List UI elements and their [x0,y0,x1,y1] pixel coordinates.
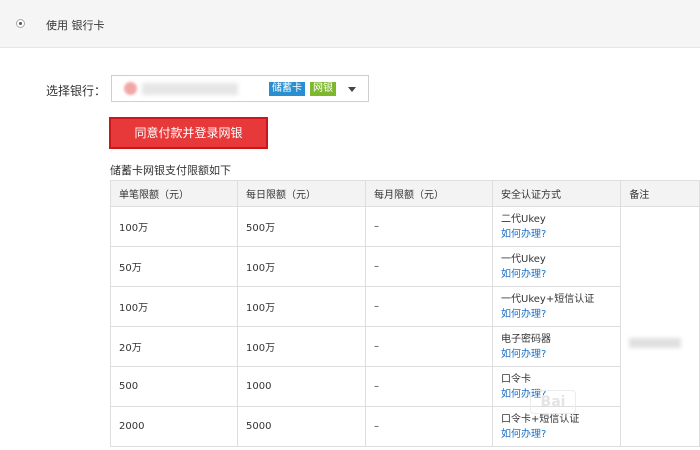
daily-limit-cell: 100万 [237,326,367,367]
watermark-logo: Bai [530,390,576,414]
payment-method-label[interactable]: 使用 银行卡 [46,17,105,33]
single-limit-cell: 50万 [109,246,239,287]
remarks-cell [620,206,700,447]
daily-limit-cell: 1000 [237,366,367,407]
payment-method-bar: 使用 银行卡 [0,0,700,48]
single-limit-cell: 500 [109,366,239,407]
auth-cell: 二代Ukey 如何办理? [492,206,622,247]
limit-caption: 储蓄卡网银支付限额如下 [110,164,231,177]
bank-logo-icon [124,82,137,95]
auth-method: 口令卡 [501,373,532,385]
daily-limit-cell: 5000 [237,406,367,447]
monthly-limit-cell: – [365,406,494,447]
auth-method: 二代Ukey [501,213,546,225]
debit-card-tag: 储蓄卡 [269,82,305,96]
auth-cell: 一代Ukey+短信认证 如何办理? [492,286,622,327]
auth-cell: 电子密码器 如何办理? [492,326,622,367]
monthly-limit-cell: – [365,246,494,287]
bank-select-label: 选择银行： [46,84,107,98]
how-to-apply-link[interactable]: 如何办理? [501,427,620,442]
single-limit-cell: 2000 [109,406,239,447]
header-daily-limit: 每日限额（元） [237,180,367,207]
header-remarks: 备注 [620,180,700,207]
auth-method: 电子密码器 [501,333,552,345]
single-limit-cell: 100万 [109,206,239,247]
auth-method: 一代Ukey [501,253,546,265]
remarks-redacted [629,338,682,348]
header-single-limit: 单笔限额（元） [109,180,239,207]
table-row: 500 1000 – 口令卡 如何办理? [109,366,700,407]
table-row: 100万 500万 – 二代Ukey 如何办理? [109,206,700,447]
table-row: 50万 100万 – 一代Ukey 如何办理? [109,246,700,287]
chevron-down-icon[interactable] [348,87,356,92]
header-monthly-limit: 每月限额（元） [365,180,494,207]
single-limit-cell: 100万 [109,286,239,327]
monthly-limit-cell: – [365,366,494,407]
online-banking-tag: 网银 [310,82,336,96]
daily-limit-cell: 100万 [237,286,367,327]
table-row: 20万 100万 – 电子密码器 如何办理? [109,326,700,367]
bank-name-redacted [142,83,238,95]
table-row: 100万 100万 – 一代Ukey+短信认证 如何办理? [109,286,700,327]
monthly-limit-cell: – [365,286,494,327]
auth-method: 口令卡+短信认证 [501,413,580,425]
how-to-apply-link[interactable]: 如何办理? [501,267,620,282]
daily-limit-cell: 500万 [237,206,367,247]
single-limit-cell: 20万 [109,326,239,367]
how-to-apply-link[interactable]: 如何办理? [501,227,620,242]
bank-select-dropdown[interactable]: 储蓄卡 网银 [111,75,369,102]
how-to-apply-link[interactable]: 如何办理? [501,347,620,362]
auth-cell: 一代Ukey 如何办理? [492,246,622,287]
daily-limit-cell: 100万 [237,246,367,287]
table-header-row: 单笔限额（元） 每日限额（元） 每月限额（元） 安全认证方式 备注 [109,180,700,207]
how-to-apply-link[interactable]: 如何办理? [501,307,620,322]
monthly-limit-cell: – [365,326,494,367]
radio-selected-icon[interactable] [16,19,25,28]
agree-pay-login-button[interactable]: 同意付款并登录网银 [109,117,268,149]
table-row: 2000 5000 – 口令卡+短信认证 如何办理? [109,406,700,447]
limit-table: 单笔限额（元） 每日限额（元） 每月限额（元） 安全认证方式 备注 100万 5… [109,180,700,447]
monthly-limit-cell: – [365,206,494,247]
header-auth-method: 安全认证方式 [492,180,622,207]
auth-method: 一代Ukey+短信认证 [501,293,595,305]
